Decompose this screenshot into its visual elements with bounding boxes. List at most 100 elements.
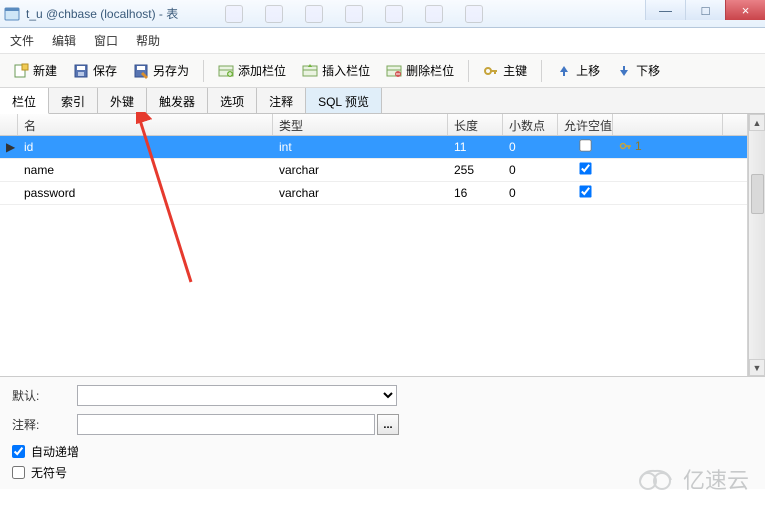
save-icon — [73, 63, 89, 79]
tab-sql-preview[interactable]: SQL 预览 — [306, 88, 382, 113]
saveas-icon — [133, 63, 149, 79]
header-keys[interactable] — [613, 114, 723, 135]
header-decimals[interactable]: 小数点 — [503, 114, 558, 135]
window-buttons: — □ × — [645, 0, 765, 20]
allow-null-checkbox[interactable] — [579, 185, 591, 197]
cell-length[interactable]: 255 — [448, 161, 503, 179]
cell-decimals[interactable]: 0 — [503, 161, 558, 179]
tab-fk[interactable]: 外键 — [98, 88, 147, 113]
tab-label: 注释 — [269, 95, 293, 109]
insert-field-label: 插入栏位 — [322, 62, 370, 79]
fields-table-pane: 名 类型 长度 小数点 允许空值 ( ▶ id int 11 0 1 name … — [0, 114, 765, 377]
tab-label: 外键 — [110, 95, 134, 109]
new-icon — [13, 63, 29, 79]
move-up-button[interactable]: 上移 — [549, 58, 607, 83]
add-field-label: 添加栏位 — [238, 62, 286, 79]
header-allow-null[interactable]: 允许空值 ( — [558, 114, 613, 135]
background-icons — [225, 5, 483, 23]
saveas-label: 另存为 — [153, 62, 189, 79]
tab-triggers[interactable]: 触发器 — [147, 88, 208, 113]
scrollbar-thumb[interactable] — [751, 174, 764, 214]
delete-field-button[interactable]: 删除栏位 — [379, 58, 461, 83]
cell-decimals[interactable]: 0 — [503, 138, 558, 156]
vertical-scrollbar[interactable]: ▲ ▼ — [748, 114, 765, 376]
watermark-icon — [637, 466, 677, 492]
menu-file[interactable]: 文件 — [10, 32, 34, 49]
cell-type[interactable]: varchar — [273, 161, 448, 179]
maximize-button[interactable]: □ — [685, 0, 725, 20]
watermark-text: 亿速云 — [683, 463, 749, 495]
row-pointer-icon: ▶ — [0, 138, 18, 156]
header-selector[interactable] — [0, 114, 18, 135]
cell-allow-null[interactable] — [558, 160, 613, 180]
cell-allow-null[interactable] — [558, 137, 613, 157]
separator — [468, 60, 469, 82]
cell-primary-key[interactable]: 1 — [613, 137, 723, 158]
default-label: 默认: — [12, 387, 77, 404]
toolbar: 新建 保存 另存为 添加栏位 插入栏位 删除栏位 主键 上移 下移 — [0, 54, 765, 88]
menu-edit[interactable]: 编辑 — [52, 32, 76, 49]
close-button[interactable]: × — [725, 0, 765, 20]
tab-options[interactable]: 选项 — [208, 88, 257, 113]
tab-label: SQL 预览 — [318, 95, 369, 109]
tab-label: 触发器 — [159, 95, 195, 109]
tab-comments[interactable]: 注释 — [257, 88, 306, 113]
auto-increment-checkbox[interactable] — [12, 445, 25, 458]
move-up-label: 上移 — [576, 62, 600, 79]
cell-allow-null[interactable] — [558, 183, 613, 203]
insert-field-button[interactable]: 插入栏位 — [295, 58, 377, 83]
comment-label: 注释: — [12, 416, 77, 433]
cell-primary-key[interactable] — [613, 191, 723, 195]
header-name[interactable]: 名 — [18, 114, 273, 135]
menu-window[interactable]: 窗口 — [94, 32, 118, 49]
cell-name[interactable]: password — [18, 184, 273, 202]
insert-field-icon — [302, 63, 318, 79]
arrow-up-icon — [556, 63, 572, 79]
separator — [203, 60, 204, 82]
primary-key-label: 主键 — [503, 62, 527, 79]
table-body: ▶ id int 11 0 1 name varchar 255 0 passw… — [0, 136, 747, 376]
title-bar: t_u @chbase (localhost) - 表 — □ × — [0, 0, 765, 28]
tab-fields[interactable]: 栏位 — [0, 88, 49, 114]
add-field-button[interactable]: 添加栏位 — [211, 58, 293, 83]
cell-type[interactable]: varchar — [273, 184, 448, 202]
window-title: t_u @chbase (localhost) - 表 — [26, 5, 178, 22]
cell-length[interactable]: 11 — [448, 138, 503, 156]
move-down-button[interactable]: 下移 — [609, 58, 667, 83]
cell-primary-key[interactable] — [613, 168, 723, 172]
unsigned-checkbox[interactable] — [12, 466, 25, 479]
scroll-up-button[interactable]: ▲ — [749, 114, 765, 131]
key-icon — [619, 139, 633, 153]
header-type[interactable]: 类型 — [273, 114, 448, 135]
cell-decimals[interactable]: 0 — [503, 184, 558, 202]
save-button[interactable]: 保存 — [66, 58, 124, 83]
primary-key-button[interactable]: 主键 — [476, 58, 534, 83]
minimize-button[interactable]: — — [645, 0, 685, 20]
delete-field-label: 删除栏位 — [406, 62, 454, 79]
saveas-button[interactable]: 另存为 — [126, 58, 196, 83]
row-pointer-icon — [0, 191, 18, 195]
cell-name[interactable]: name — [18, 161, 273, 179]
save-label: 保存 — [93, 62, 117, 79]
new-button[interactable]: 新建 — [6, 58, 64, 83]
cell-name[interactable]: id — [18, 138, 273, 156]
cell-length[interactable]: 16 — [448, 184, 503, 202]
row-pointer-icon — [0, 168, 18, 172]
scroll-down-button[interactable]: ▼ — [749, 359, 765, 376]
table-row[interactable]: name varchar 255 0 — [0, 159, 747, 182]
menu-help[interactable]: 帮助 — [136, 32, 160, 49]
header-length[interactable]: 长度 — [448, 114, 503, 135]
table-row[interactable]: ▶ id int 11 0 1 — [0, 136, 747, 159]
key-icon — [483, 63, 499, 79]
delete-field-icon — [386, 63, 402, 79]
app-icon — [4, 6, 20, 22]
table-row[interactable]: password varchar 16 0 — [0, 182, 747, 205]
comment-more-button[interactable]: ... — [377, 414, 399, 435]
allow-null-checkbox[interactable] — [579, 139, 591, 151]
comment-input[interactable] — [77, 414, 375, 435]
tabs: 栏位 索引 外键 触发器 选项 注释 SQL 预览 — [0, 88, 765, 114]
tab-indexes[interactable]: 索引 — [49, 88, 98, 113]
cell-type[interactable]: int — [273, 138, 448, 156]
allow-null-checkbox[interactable] — [579, 162, 591, 174]
default-select[interactable] — [77, 385, 397, 406]
